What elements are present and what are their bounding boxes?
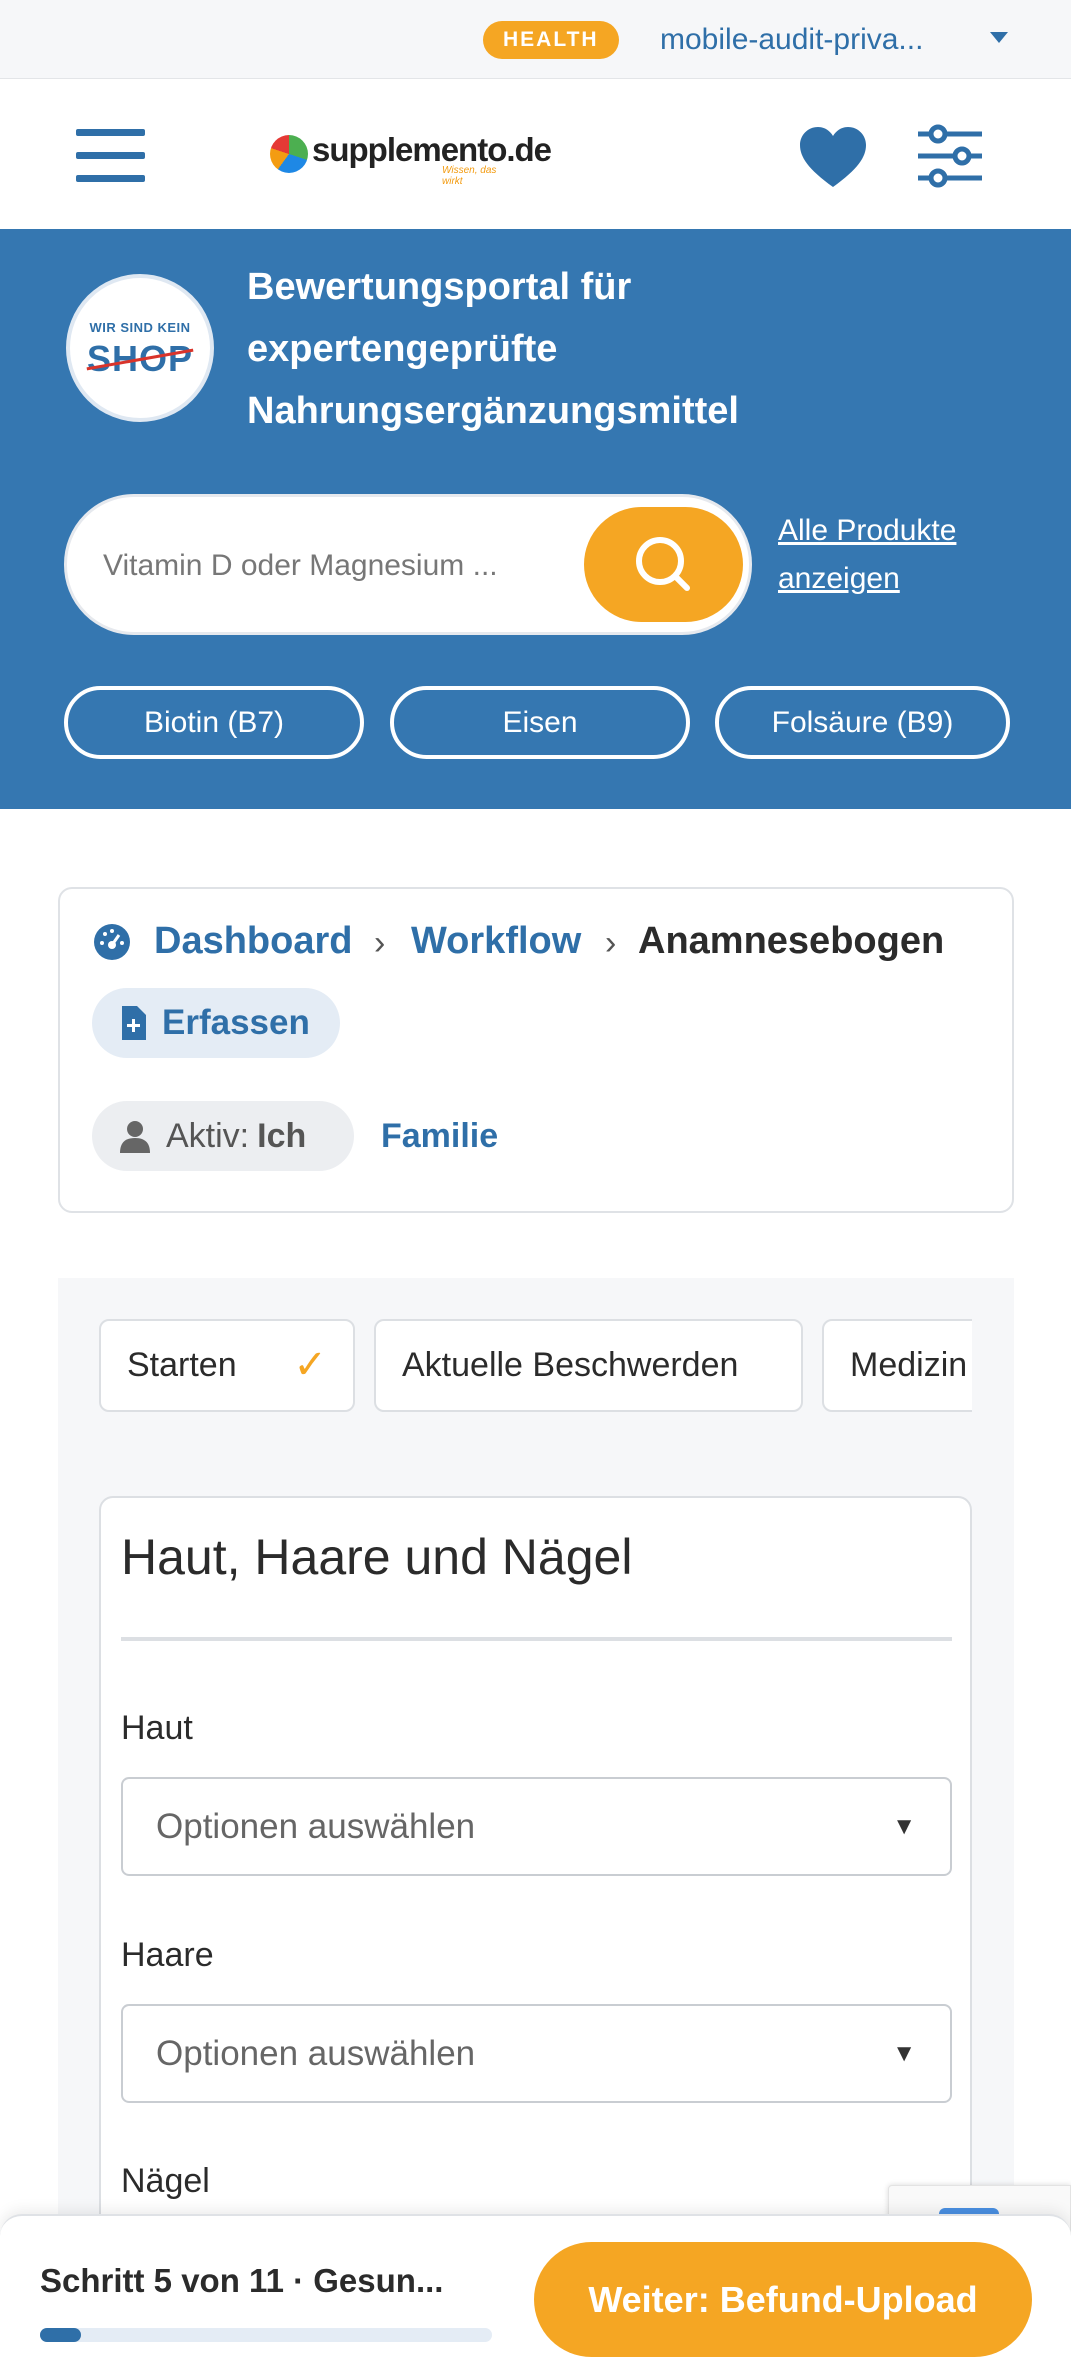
search-button[interactable]	[584, 507, 743, 622]
health-badge: HEALTH	[483, 21, 619, 59]
field-label-naegel: Nägel	[121, 2162, 210, 2200]
family-profile-link[interactable]: Familie	[381, 1101, 498, 1171]
select-haut[interactable]: Optionen auswählen ▼	[121, 1777, 952, 1876]
badge-top-text: WIR SIND KEIN	[89, 320, 191, 335]
select-value: Optionen auswählen	[156, 2034, 476, 2073]
chip-biotin[interactable]: Biotin (B7)	[64, 686, 364, 759]
user-icon	[120, 1121, 150, 1153]
progress-fill	[40, 2328, 81, 2342]
field-label-haut: Haut	[121, 1709, 193, 1747]
dropdown-arrow-icon: ▼	[892, 2040, 916, 2067]
breadcrumb-current: Anamnesebogen	[638, 920, 945, 962]
account-switcher[interactable]: mobile-audit-priva...	[660, 20, 923, 60]
step-tabs: Starten ✓ Aktuelle Beschwerden Medizin	[99, 1319, 972, 1414]
hero-title: Bewertungsportal für expertengeprüfte Na…	[247, 266, 739, 432]
tab-label: Medizin	[850, 1346, 968, 1384]
active-profile-pill[interactable]: Aktiv: Ich	[92, 1101, 354, 1171]
divider	[121, 1637, 952, 1641]
no-shop-badge: WIR SIND KEIN SHOP	[66, 274, 214, 422]
section-title: Haut, Haare und Nägel	[121, 1529, 633, 1585]
breadcrumb-separator: ›	[605, 924, 617, 962]
breadcrumb-separator: ›	[374, 924, 386, 962]
tab-label: Aktuelle Beschwerden	[402, 1346, 739, 1384]
dropdown-arrow-icon: ▼	[892, 1813, 916, 1840]
search-icon	[636, 537, 690, 591]
logo-mark-icon	[270, 135, 308, 173]
erfassen-button[interactable]: Erfassen	[92, 988, 340, 1058]
site-logo[interactable]: supplemento.de Wissen, das wirkt	[270, 129, 552, 187]
field-label-haare: Haare	[121, 1936, 214, 1974]
chip-folsaeure[interactable]: Folsäure (B9)	[715, 686, 1010, 759]
logo-tagline: Wissen, das wirkt	[442, 165, 497, 187]
select-haare[interactable]: Optionen auswählen ▼	[121, 2004, 952, 2103]
step-progress-text: Schritt 5 von 11 · Gesun...	[40, 2262, 444, 2299]
search-bar	[64, 494, 752, 635]
breadcrumb-dashboard[interactable]: Dashboard	[154, 915, 352, 967]
account-bar: HEALTH mobile-audit-priva...	[0, 0, 1071, 79]
logo-text: supplemento.de	[312, 131, 552, 168]
bottom-progress-bar: Schritt 5 von 11 · Gesun... Weiter: Befu…	[0, 2214, 1071, 2379]
erfassen-label: Erfassen	[162, 1003, 310, 1042]
dashboard-gauge-icon	[94, 924, 130, 960]
site-header: supplemento.de Wissen, das wirkt	[0, 79, 1071, 229]
tab-aktuelle-beschwerden[interactable]: Aktuelle Beschwerden	[374, 1319, 803, 1412]
next-step-button[interactable]: Weiter: Befund-Upload	[534, 2242, 1032, 2357]
file-plus-icon	[122, 1006, 146, 1040]
breadcrumb-workflow[interactable]: Workflow	[411, 915, 581, 967]
chip-eisen[interactable]: Eisen	[390, 686, 690, 759]
checkmark-icon: ✓	[293, 1343, 327, 1387]
chevron-down-icon[interactable]	[990, 32, 1008, 43]
hero-banner: WIR SIND KEIN SHOP Bewertungsportal für …	[0, 229, 1071, 809]
active-profile-label: Aktiv: Ich	[166, 1117, 307, 1155]
progress-track	[40, 2328, 492, 2342]
filter-sliders-icon[interactable]	[916, 123, 984, 189]
heart-icon[interactable]	[798, 125, 868, 191]
tab-label: Starten	[127, 1346, 237, 1384]
all-products-link[interactable]: Alle Produkte anzeigen	[778, 507, 1018, 603]
select-value: Optionen auswählen	[156, 1807, 476, 1846]
tab-starten[interactable]: Starten ✓	[99, 1319, 355, 1412]
menu-icon[interactable]	[76, 129, 145, 183]
tab-medizin[interactable]: Medizin	[822, 1319, 972, 1412]
search-input[interactable]	[103, 537, 623, 595]
active-profile-value: Ich	[257, 1117, 307, 1155]
breadcrumb-card: Dashboard › Workflow › Anamnesebogen Erf…	[58, 887, 1014, 1213]
